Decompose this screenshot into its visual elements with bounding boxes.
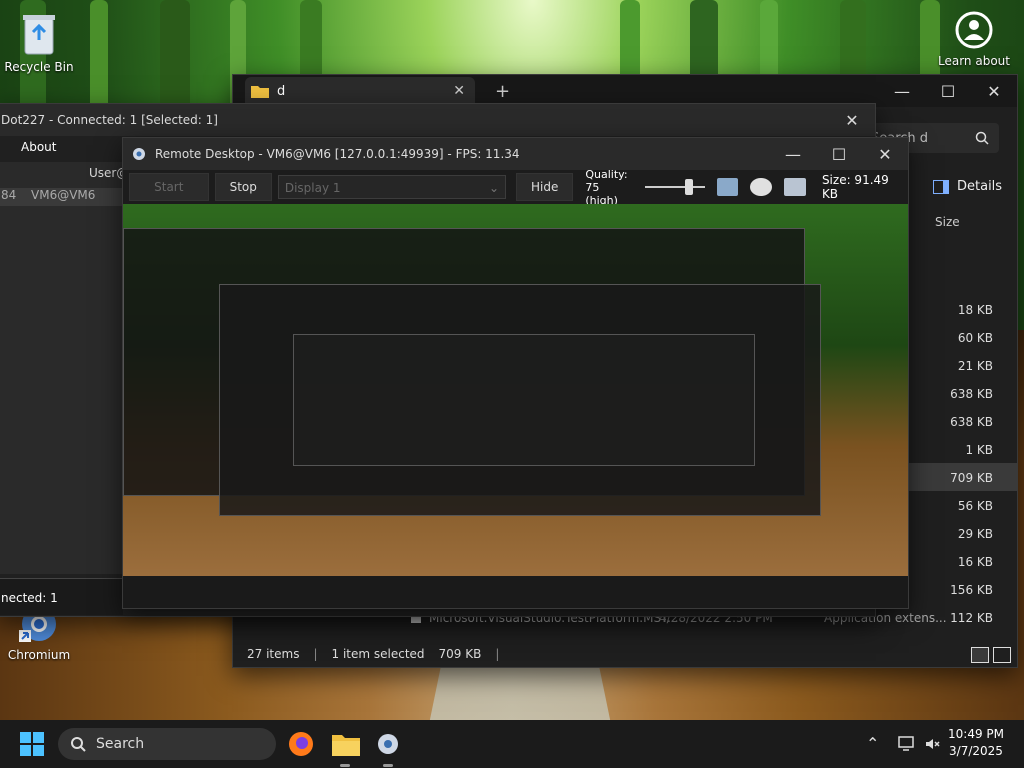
details-label: Details (957, 179, 1003, 194)
remote-desktop-title: Remote Desktop - VM6@VM6 [127.0.0.1:4993… (155, 147, 520, 161)
search-icon (975, 131, 989, 145)
quality-value: 75 (high) (585, 180, 618, 207)
server-window-controls: ✕ (829, 111, 875, 130)
server-titlebar: Dot227 - Connected: 1 [Selected: 1] ✕ (0, 104, 875, 136)
file-size-cell: 18 KB (957, 303, 993, 317)
taskbar-search-label: Search (96, 736, 145, 752)
network-icon[interactable] (898, 736, 916, 752)
file-explorer-icon[interactable] (332, 732, 360, 756)
server-status-bar: nected: 1 (0, 578, 123, 615)
active-app-indicator (340, 764, 350, 767)
clock-date: 3/7/2025 (949, 744, 1003, 758)
view-toggle (971, 647, 1011, 663)
new-tab-icon[interactable]: + (495, 81, 510, 102)
close-icon[interactable]: ✕ (971, 82, 1017, 101)
minimize-icon[interactable]: — (770, 145, 816, 164)
file-size-cell: 21 KB (957, 359, 993, 373)
quality-slider-thumb[interactable] (685, 179, 693, 195)
start-icon[interactable] (20, 732, 44, 756)
server-list: User@ 84 VM6@VM6 (0, 162, 128, 574)
status-selected-size: 709 KB (438, 647, 482, 661)
remote-desktop-window: Remote Desktop - VM6@VM6 [127.0.0.1:4993… (122, 137, 909, 609)
volume-muted-icon[interactable] (924, 736, 940, 752)
desktop-icon-label: Learn about (938, 54, 1010, 68)
quality-label: Quality: (585, 167, 628, 181)
start-button[interactable]: Start (129, 173, 209, 201)
file-size-cell: 56 KB (957, 499, 993, 513)
status-separator: | (313, 647, 318, 661)
status-item-count: 27 items (247, 647, 300, 661)
remote-desktop-app-icon (133, 148, 145, 160)
file-size-cell: 112 KB (950, 611, 993, 625)
details-button[interactable]: Details (933, 179, 1002, 194)
desktop-icon-learn-about[interactable]: Learn about (938, 10, 1010, 68)
explorer-tab-title: d (277, 83, 286, 99)
nested-taskbar (123, 576, 908, 608)
server-row[interactable]: 84 VM6@VM6 (0, 188, 123, 206)
frame-size-label: Size: 91.49 KB (821, 173, 889, 201)
display-select[interactable]: Display 1 ⌄ (277, 175, 506, 199)
maximize-icon[interactable]: ☐ (816, 145, 862, 164)
clock-time: 10:49 PM (948, 727, 1004, 741)
server-menu-about[interactable]: About (21, 140, 56, 154)
desktop-icon-label: Recycle Bin (4, 60, 74, 74)
file-size-cell: 709 KB (950, 471, 993, 485)
clock[interactable]: 10:49 PM 3/7/2025 (948, 726, 1004, 760)
file-size-cell: 60 KB (957, 331, 993, 345)
file-size-cell: 638 KB (950, 387, 993, 401)
chevron-down-icon: ⌄ (488, 181, 499, 195)
maximize-icon[interactable]: ☐ (925, 82, 971, 101)
folder-icon (251, 86, 269, 98)
close-icon[interactable]: ✕ (829, 111, 875, 130)
server-row-id: 84 (1, 188, 17, 202)
tiles-view-icon[interactable] (993, 647, 1011, 663)
remote-app-icon[interactable] (376, 732, 400, 756)
desktop-icon-recycle-bin[interactable]: Recycle Bin (3, 10, 75, 74)
details-pane-icon (933, 179, 949, 194)
taskbar: Search ⌃ 10:49 PM 3/7/2025 (0, 720, 1024, 768)
status-selected: 1 item selected (331, 647, 425, 661)
remote-desktop-window-controls: — ☐ ✕ (770, 145, 908, 164)
hide-button[interactable]: Hide (516, 173, 574, 201)
stop-button[interactable]: Stop (214, 173, 272, 201)
file-size-cell: 156 KB (950, 583, 993, 597)
file-size-cell: 638 KB (950, 415, 993, 429)
learn-about-icon (955, 11, 993, 49)
explorer-tab[interactable]: d ✕ (245, 77, 475, 105)
file-size-cell: 29 KB (957, 527, 993, 541)
details-view-icon[interactable] (971, 647, 989, 663)
close-tab-icon[interactable]: ✕ (453, 83, 465, 99)
explorer-status-bar: 27 items | 1 item selected 709 KB | (247, 647, 499, 661)
taskbar-search[interactable]: Search (58, 728, 276, 760)
file-size-cell: 1 KB (965, 443, 993, 457)
status-separator: | (495, 647, 500, 661)
chevron-up-icon[interactable]: ⌃ (866, 734, 879, 753)
close-icon[interactable]: ✕ (862, 145, 908, 164)
recycle-bin-icon (23, 15, 55, 55)
explorer-window-controls: — ☐ ✕ (879, 82, 1017, 101)
screen-capture-icon[interactable] (716, 178, 739, 196)
server-status-text: nected: 1 (1, 591, 58, 605)
quality-label-group: Quality: 75 (high) (585, 168, 635, 207)
desktop-icon-label: Chromium (7, 648, 71, 662)
keyboard-control-icon[interactable] (784, 178, 806, 196)
server-row-user: VM6@VM6 (31, 188, 96, 202)
active-app-indicator (383, 764, 393, 767)
quality-slider[interactable] (645, 178, 705, 196)
minimize-icon[interactable]: — (879, 82, 925, 101)
remote-desktop-toolbar: Start Stop Display 1 ⌄ Hide Quality: 75 … (123, 168, 908, 207)
mouse-control-icon[interactable] (750, 178, 773, 196)
remote-screen-view[interactable] (123, 204, 908, 608)
search-icon (71, 737, 86, 752)
file-size-cell: 16 KB (957, 555, 993, 569)
server-title: Dot227 - Connected: 1 [Selected: 1] (1, 113, 218, 127)
nested-window-outline (293, 334, 755, 466)
firefox-icon[interactable] (288, 731, 314, 757)
remote-desktop-titlebar: Remote Desktop - VM6@VM6 [127.0.0.1:4993… (123, 138, 908, 170)
display-select-value: Display 1 (284, 181, 341, 195)
column-header-size[interactable]: Size (935, 215, 960, 229)
